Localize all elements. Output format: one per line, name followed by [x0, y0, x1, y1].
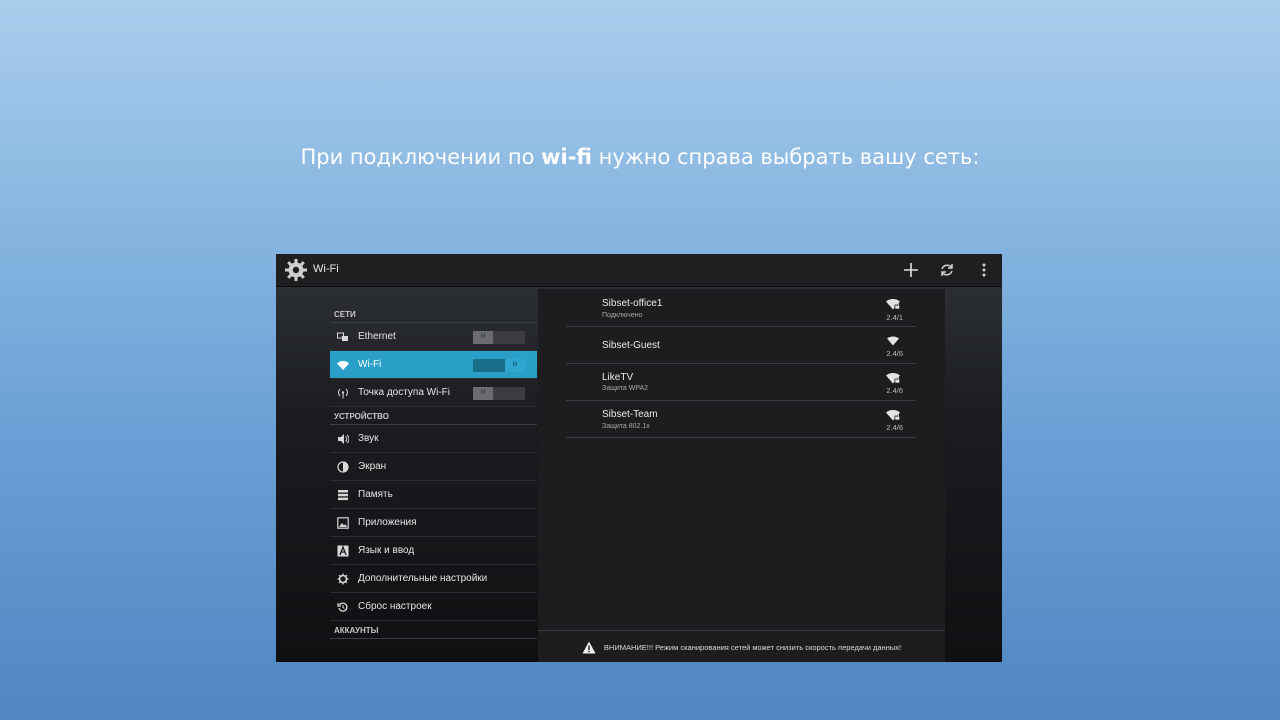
toggle-knob: III: [505, 359, 525, 372]
warning-text: ВНИМАНИЕ!!! Режим сканирования сетей мож…: [603, 642, 902, 652]
sidebar-item-label: Дополнительные настройки: [358, 573, 488, 584]
sidebar-item-sound[interactable]: Звук: [330, 425, 537, 453]
action-bar: Wi-Fi: [276, 254, 1002, 287]
overflow-menu-icon[interactable]: [974, 260, 994, 280]
network-band: 2.4/6: [886, 423, 903, 432]
hotspot-icon: [335, 385, 351, 401]
display-icon: [335, 459, 351, 475]
toggle-knob: III: [473, 331, 493, 344]
wifi-toggle[interactable]: III: [473, 359, 525, 372]
sidebar-item-wifi[interactable]: Wi-Fi III: [330, 351, 537, 379]
sidebar-item-advanced-settings[interactable]: Дополнительные настройки: [330, 565, 537, 593]
section-header-networks: СЕТИ: [330, 307, 537, 323]
sidebar-item-hotspot[interactable]: Точка доступа Wi-Fi III: [330, 379, 537, 407]
sidebar-item-storage[interactable]: Память: [330, 481, 537, 509]
sidebar-item-label: Экран: [358, 461, 387, 472]
network-band: 2.4/1: [886, 313, 903, 322]
ethernet-icon: [335, 329, 351, 345]
scan-warning-bar: ВНИМАНИЕ!!! Режим сканирования сетей мож…: [538, 630, 945, 662]
add-icon[interactable]: [901, 260, 921, 280]
wifi-icon: [335, 357, 351, 373]
wifi-network-list-pane: Sibset-office1 Подключено 2.4/1 Sibset-G…: [538, 289, 945, 662]
settings-sidebar: СЕТИ Ethernet III Wi-Fi III Точка доступ…: [330, 287, 537, 662]
network-status: Защита 802.1x: [602, 423, 650, 430]
sidebar-item-language[interactable]: Язык и ввод: [330, 537, 537, 565]
sidebar-item-apps[interactable]: Приложения: [330, 509, 537, 537]
ethernet-toggle[interactable]: III: [473, 331, 525, 344]
network-name: LikeTV: [602, 372, 634, 383]
sidebar-item-label: Ethernet: [358, 331, 396, 342]
wifi-signal-icon: [885, 334, 901, 348]
network-name: Sibset-Team: [602, 409, 658, 420]
network-band: 2.4/6: [886, 386, 903, 395]
network-row[interactable]: Sibset-office1 Подключено 2.4/1: [566, 289, 916, 327]
settings-icon: [335, 571, 351, 587]
sound-icon: [335, 431, 351, 447]
sidebar-item-label: Приложения: [358, 517, 417, 528]
sidebar-item-label: Язык и ввод: [358, 545, 415, 556]
sidebar-item-ethernet[interactable]: Ethernet III: [330, 323, 537, 351]
language-icon: [335, 543, 351, 559]
section-header-accounts: АККАУНТЫ: [330, 623, 537, 639]
wifi-signal-locked-icon: [885, 371, 901, 385]
sidebar-item-reset[interactable]: Сброс настроек: [330, 593, 537, 621]
network-name: Sibset-office1: [602, 298, 663, 309]
network-status: Защита WPA2: [602, 385, 649, 392]
android-settings-screen: Wi-Fi СЕТИ Ethernet III Wi-Fi III Точка …: [276, 254, 1002, 662]
wifi-signal-locked-icon: [885, 297, 901, 311]
sidebar-item-label: Звук: [358, 433, 379, 444]
section-header-device: УСТРОЙСТВО: [330, 409, 537, 425]
reset-icon: [335, 599, 351, 615]
network-row[interactable]: Sibset-Guest 2.4/6: [566, 327, 916, 364]
warning-icon: [582, 641, 596, 653]
action-bar-title: Wi-Fi: [313, 263, 339, 275]
network-status: Подключено: [602, 312, 643, 319]
toggle-knob: III: [473, 387, 493, 400]
gear-icon[interactable]: [284, 258, 308, 282]
apps-icon: [335, 515, 351, 531]
storage-icon: [335, 487, 351, 503]
refresh-icon[interactable]: [937, 260, 957, 280]
sidebar-item-label: Wi-Fi: [358, 359, 382, 370]
hotspot-toggle[interactable]: III: [473, 387, 525, 400]
caption-text-bold: wi-fi: [541, 145, 592, 169]
network-band: 2.4/6: [886, 349, 903, 358]
network-row[interactable]: Sibset-Team Защита 802.1x 2.4/6: [566, 401, 916, 438]
caption-text-after: нужно справа выбрать вашу сеть:: [591, 145, 980, 169]
wifi-signal-locked-icon: [885, 408, 901, 422]
sidebar-item-label: Точка доступа Wi-Fi: [358, 387, 450, 398]
network-row[interactable]: LikeTV Защита WPA2 2.4/6: [566, 364, 916, 401]
sidebar-item-label: Сброс настроек: [358, 601, 432, 612]
caption-text-before: При подключении по: [300, 145, 542, 169]
slide-caption: При подключении по wi-fi нужно справа вы…: [0, 145, 1280, 169]
sidebar-item-label: Память: [358, 489, 393, 500]
sidebar-item-display[interactable]: Экран: [330, 453, 537, 481]
network-name: Sibset-Guest: [602, 340, 660, 351]
